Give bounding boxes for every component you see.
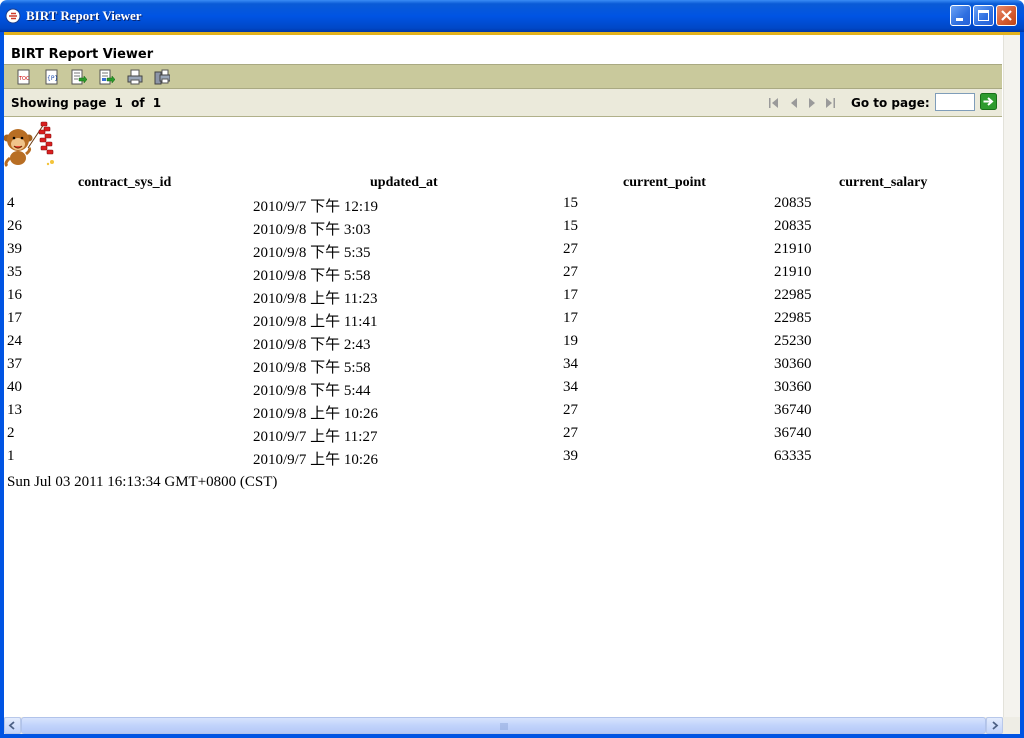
toc-icon[interactable]: TOC — [16, 69, 32, 85]
showing-page-label: Showing page — [11, 96, 107, 110]
cell-current-salary: 30360 — [774, 379, 812, 395]
cell-current-point: 27 — [563, 402, 578, 418]
window-frame-bottom — [0, 734, 1024, 738]
of-label: of — [131, 96, 145, 110]
maximize-icon — [978, 10, 989, 21]
horizontal-scroll-thumb[interactable] — [21, 717, 986, 734]
scroll-left-button[interactable] — [4, 717, 21, 734]
cell-current-salary: 63335 — [774, 448, 812, 464]
next-page-icon[interactable] — [805, 96, 819, 110]
cell-contract-sys-id: 2 — [7, 425, 15, 441]
cell-updated-at: 2010/9/8 上午 11:23 — [253, 291, 378, 307]
export-data-icon[interactable] — [71, 69, 87, 85]
cell-updated-at: 2010/9/8 上午 11:41 — [253, 314, 378, 330]
chevron-right-icon — [992, 721, 999, 730]
cell-contract-sys-id: 37 — [7, 356, 22, 372]
cell-updated-at: 2010/9/7 上午 10:26 — [253, 452, 379, 468]
total-pages-number: 1 — [152, 96, 162, 110]
cell-current-salary: 21910 — [774, 264, 812, 280]
vertical-scrollbar[interactable] — [1003, 35, 1020, 717]
last-page-icon[interactable] — [823, 96, 837, 110]
minimize-icon — [956, 18, 963, 21]
cell-updated-at: 2010/9/8 下午 2:43 — [253, 337, 371, 353]
cell-current-point: 17 — [563, 287, 578, 303]
column-header-current-salary: current_salary — [839, 175, 928, 190]
monkey-firecracker-logo — [4, 121, 54, 168]
cell-current-point: 15 — [563, 195, 578, 211]
cell-contract-sys-id: 13 — [7, 402, 22, 418]
cell-contract-sys-id: 35 — [7, 264, 22, 280]
cell-contract-sys-id: 16 — [7, 287, 22, 303]
cell-current-point: 19 — [563, 333, 578, 349]
print-server-icon[interactable] — [154, 69, 170, 85]
cell-current-salary: 36740 — [774, 402, 812, 418]
cell-contract-sys-id: 17 — [7, 310, 22, 326]
cell-current-point: 15 — [563, 218, 578, 234]
window-titlebar[interactable]: BIRT Report Viewer — [0, 0, 1024, 32]
print-icon[interactable] — [127, 69, 143, 85]
svg-text:TOC: TOC — [18, 76, 30, 82]
cell-current-salary: 22985 — [774, 287, 812, 303]
parameter-icon[interactable]: {P} — [44, 69, 60, 85]
cell-updated-at: 2010/9/8 上午 10:26 — [253, 406, 379, 422]
current-page-number: 1 — [114, 96, 123, 110]
cell-contract-sys-id: 24 — [7, 333, 22, 349]
cell-current-point: 34 — [563, 356, 578, 372]
cell-updated-at: 2010/9/8 下午 5:58 — [253, 360, 371, 376]
cell-contract-sys-id: 1 — [7, 448, 15, 464]
first-page-icon[interactable] — [767, 96, 781, 110]
cell-contract-sys-id: 4 — [7, 195, 15, 211]
column-header-current-point: current_point — [623, 175, 706, 190]
scroll-right-button[interactable] — [986, 717, 1003, 734]
cell-current-salary: 25230 — [774, 333, 812, 349]
window-title: BIRT Report Viewer — [26, 8, 142, 23]
minimize-button[interactable] — [950, 5, 971, 26]
goto-page-input[interactable] — [935, 93, 975, 111]
page-navigation-bar: Showing page 1 of 1 Go to page: — [4, 89, 1002, 117]
maximize-button[interactable] — [973, 5, 994, 26]
accent-strip — [4, 32, 1020, 35]
report-generated-timestamp: Sun Jul 03 2011 16:13:34 GMT+0800 (CST) — [7, 474, 278, 490]
svg-text:{P}: {P} — [47, 75, 58, 82]
cell-contract-sys-id: 40 — [7, 379, 22, 395]
cell-current-salary: 22985 — [774, 310, 812, 326]
cell-current-point: 17 — [563, 310, 578, 326]
export-report-icon[interactable] — [99, 69, 115, 85]
cell-updated-at: 2010/9/8 下午 3:03 — [253, 222, 371, 238]
cell-current-salary: 30360 — [774, 356, 812, 372]
viewer-title: BIRT Report Viewer — [11, 47, 154, 62]
window-frame-right — [1020, 32, 1024, 738]
cell-updated-at: 2010/9/8 下午 5:35 — [253, 245, 371, 261]
close-icon — [1001, 10, 1012, 21]
previous-page-icon[interactable] — [787, 96, 801, 110]
cell-updated-at: 2010/9/8 下午 5:44 — [253, 383, 371, 399]
cell-current-salary: 20835 — [774, 218, 812, 234]
cell-current-salary: 20835 — [774, 195, 812, 211]
column-header-updated-at: updated_at — [370, 175, 438, 190]
cell-updated-at: 2010/9/7 上午 11:27 — [253, 429, 378, 445]
cell-current-point: 27 — [563, 264, 578, 280]
scroll-grip-icon — [500, 723, 508, 730]
cell-current-point: 27 — [563, 425, 578, 441]
scrollbar-corner — [1003, 717, 1020, 734]
cell-contract-sys-id: 39 — [7, 241, 22, 257]
cell-contract-sys-id: 26 — [7, 218, 22, 234]
cell-current-point: 27 — [563, 241, 578, 257]
cell-current-point: 39 — [563, 448, 578, 464]
cell-updated-at: 2010/9/8 下午 5:58 — [253, 268, 371, 284]
viewer-toolbar: TOC {P} — [4, 64, 1002, 89]
goto-page-label: Go to page: — [851, 96, 930, 110]
column-header-contract-sys-id: contract_sys_id — [78, 175, 172, 190]
cell-current-salary: 21910 — [774, 241, 812, 257]
chevron-left-icon — [8, 721, 15, 730]
cell-current-point: 34 — [563, 379, 578, 395]
cell-updated-at: 2010/9/7 下午 12:19 — [253, 199, 379, 215]
go-arrow-icon[interactable] — [980, 93, 997, 110]
horizontal-scrollbar[interactable] — [4, 717, 1003, 734]
birt-app-icon — [5, 8, 21, 24]
cell-current-salary: 36740 — [774, 425, 812, 441]
page-indicator: Showing page 1 of 1 — [11, 96, 165, 110]
close-button[interactable] — [996, 5, 1017, 26]
